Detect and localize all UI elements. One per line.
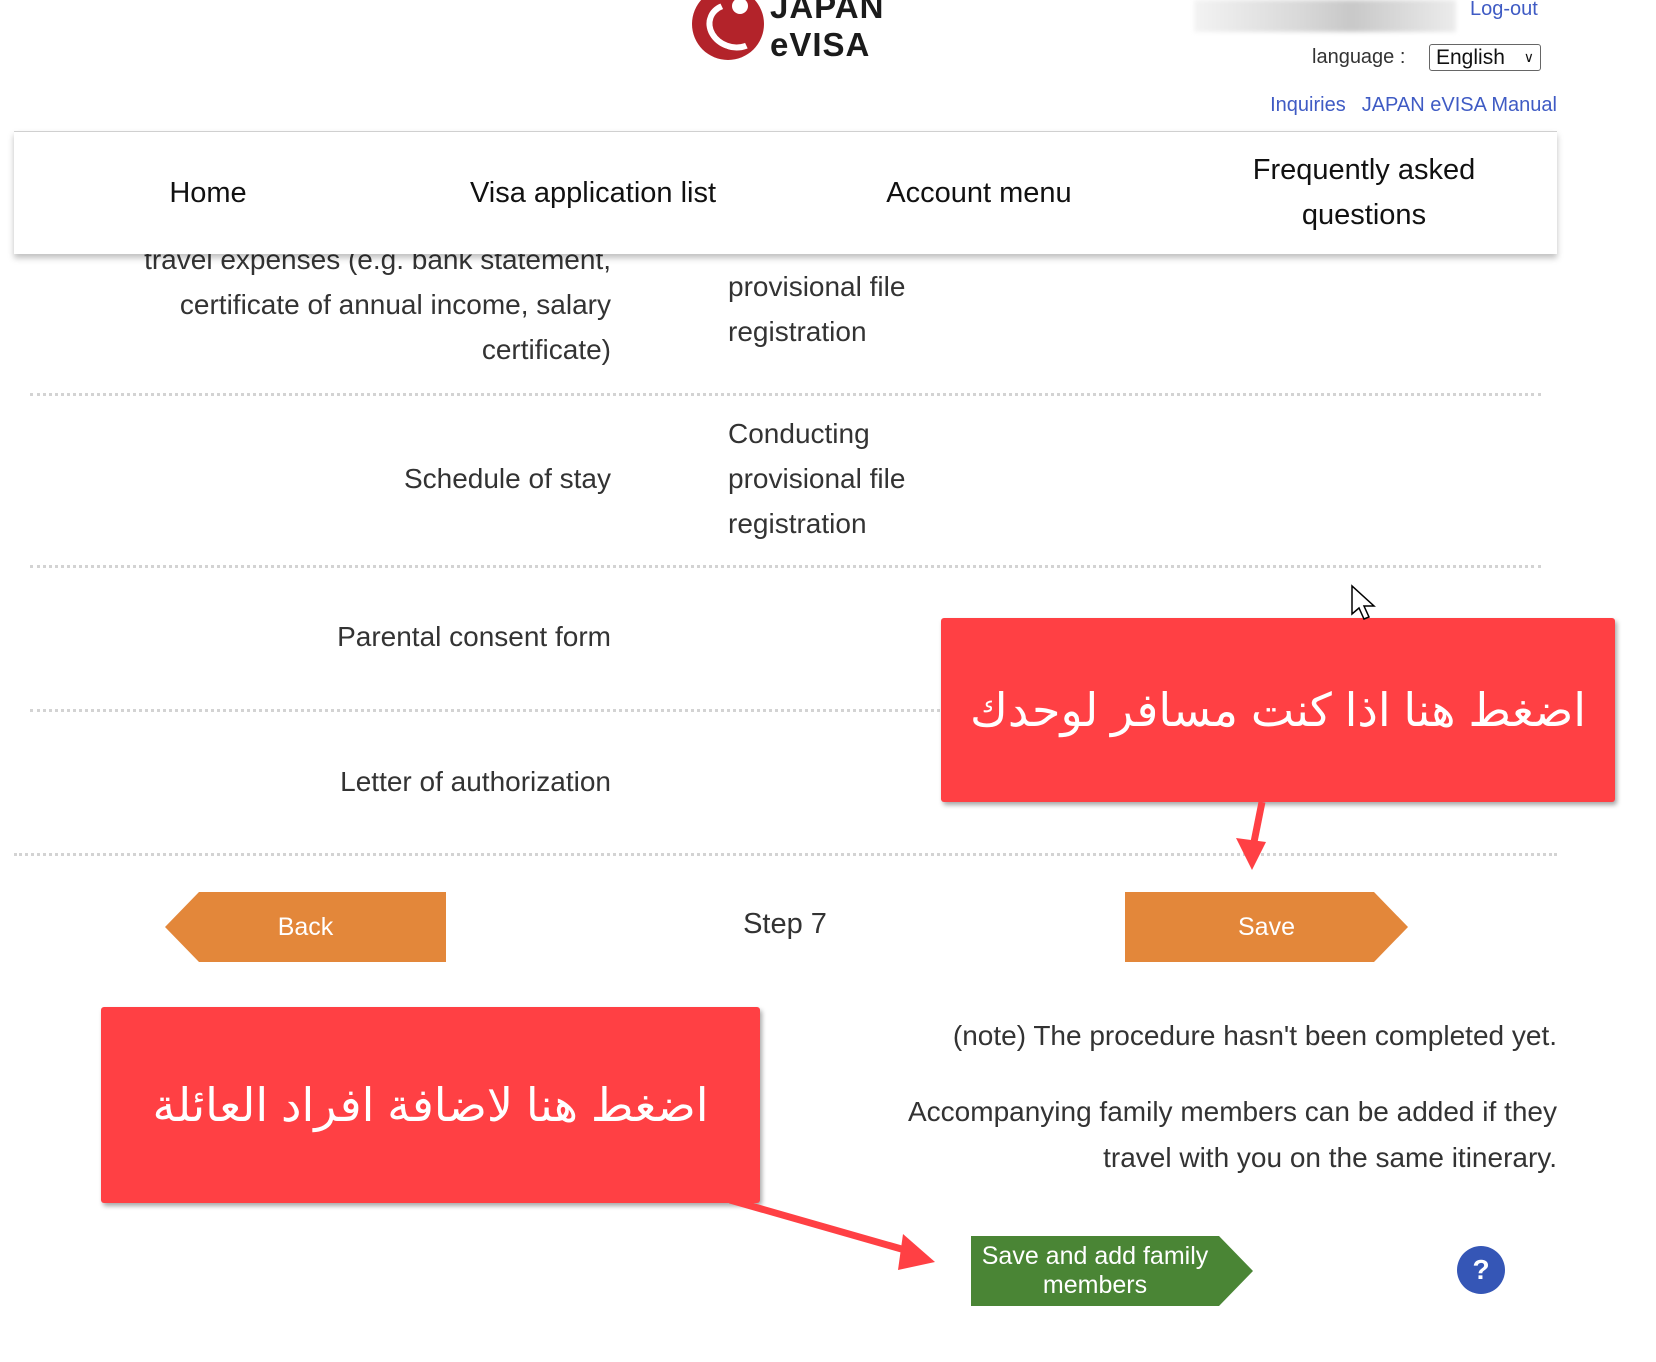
mouse-cursor-icon: [1351, 584, 1376, 620]
row-value-travel-expenses: provisional file registration: [728, 271, 906, 347]
header-links: Inquiries JAPAN eVISA Manual: [1270, 94, 1557, 117]
row-divider: [30, 565, 1541, 568]
row-label-travel-expenses: travel expenses (e.g. bank statement, ce…: [144, 244, 611, 365]
annotation-text-family: اضغط هنا لاضافة افراد العائلة: [152, 1079, 709, 1131]
step-indicator: Step 7: [743, 908, 827, 940]
save-and-add-family-button[interactable]: Save and add family members: [971, 1236, 1253, 1306]
nav-item-faq[interactable]: Frequently asked questions: [1234, 132, 1494, 254]
logout-link[interactable]: Log-out: [1470, 0, 1538, 21]
logo-line1: JAPAN: [770, 0, 885, 25]
logo-emblem-icon: [692, 0, 769, 60]
annotation-callout-family: اضغط هنا لاضافة افراد العائلة: [101, 1007, 760, 1203]
main-nav: Home Visa application list Account menu …: [14, 131, 1557, 254]
row-label-parental-consent: Parental consent form: [337, 621, 611, 652]
row-divider: [30, 393, 1541, 396]
row-divider: [14, 853, 1557, 856]
language-select[interactable]: English ∨: [1429, 44, 1541, 71]
back-button[interactable]: Back: [165, 892, 446, 962]
logo-text: JAPAN eVISA: [770, 0, 884, 64]
language-selected-value: English: [1436, 45, 1505, 69]
annotation-text-solo: اضغط هنا اذا كنت مسافر لوحدك: [969, 684, 1587, 736]
note-procedure-incomplete: (note) The procedure hasn't been complet…: [952, 1020, 1557, 1051]
user-name-redacted: [1194, 0, 1456, 32]
nav-item-visa-application-list[interactable]: Visa application list: [470, 132, 716, 254]
save-button[interactable]: Save: [1125, 892, 1408, 962]
nav-item-home[interactable]: Home: [169, 132, 246, 254]
help-button[interactable]: ?: [1457, 1246, 1505, 1294]
inquiries-link[interactable]: Inquiries: [1270, 94, 1346, 117]
nav-item-account-menu[interactable]: Account menu: [886, 132, 1071, 254]
annotation-arrow-to-save: [1236, 801, 1266, 870]
row-label-schedule-of-stay: Schedule of stay: [403, 463, 611, 494]
logo-line2: eVISA: [770, 26, 871, 63]
note-family-members: Accompanying family members can be added…: [908, 1096, 1557, 1173]
annotation-callout-solo: اضغط هنا اذا كنت مسافر لوحدك: [941, 618, 1615, 802]
japan-evisa-logo[interactable]: JAPAN eVISA: [690, 0, 910, 66]
question-mark-icon: ?: [1472, 1254, 1490, 1285]
manual-link[interactable]: JAPAN eVISA Manual: [1362, 94, 1557, 117]
annotation-arrow-to-family-button: [729, 1196, 935, 1270]
row-label-letter-of-authorization: Letter of authorization: [340, 766, 611, 797]
chevron-down-icon: ∨: [1523, 49, 1534, 65]
row-value-schedule-of-stay: Conducting provisional file registration: [728, 418, 906, 539]
language-label: language :: [1312, 46, 1406, 68]
